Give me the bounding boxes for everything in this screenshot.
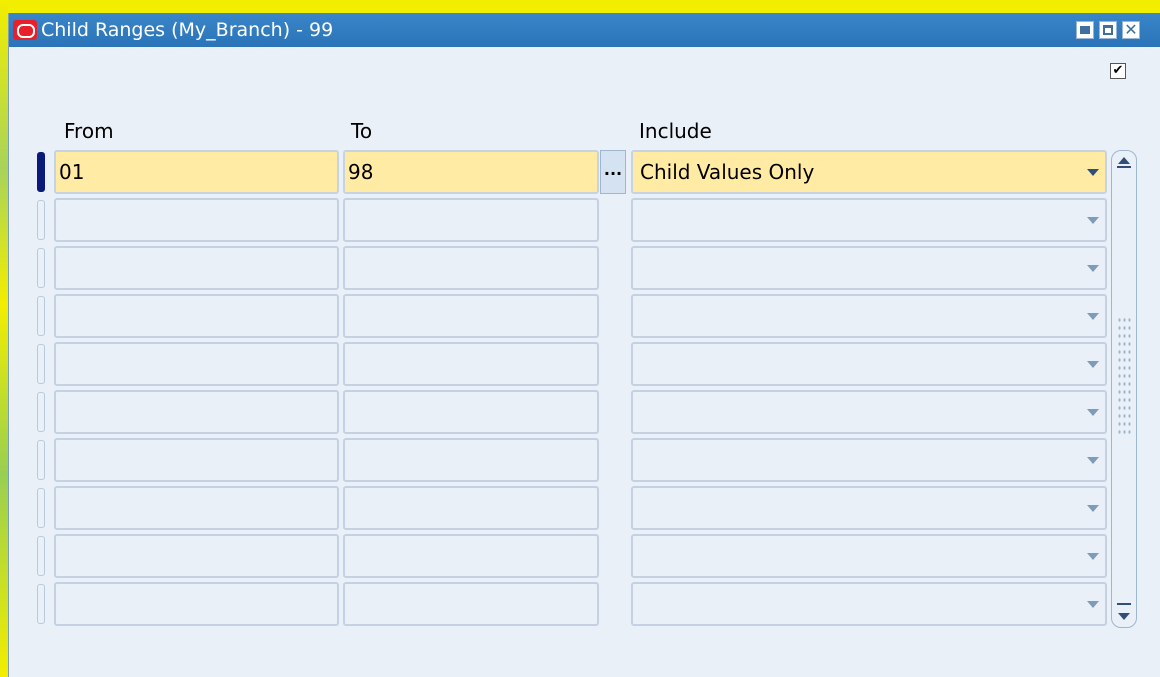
minimize-icon	[1080, 26, 1090, 34]
desktop-background	[0, 0, 8, 677]
include-select[interactable]	[631, 438, 1107, 482]
record-indicator[interactable]	[37, 344, 45, 384]
from-field[interactable]	[54, 438, 339, 482]
list-of-values-button[interactable]: ...	[600, 150, 626, 194]
to-field[interactable]	[343, 438, 599, 482]
record-indicator[interactable]	[37, 296, 45, 336]
table-row	[9, 342, 1129, 386]
minimize-button[interactable]	[1076, 21, 1094, 39]
close-icon: ✕	[1124, 20, 1138, 39]
child-ranges-window: Child Ranges (My_Branch) - 99 ✕ ✔ From T…	[8, 13, 1160, 677]
scrollbar-grip[interactable]	[1117, 316, 1131, 436]
table-row	[9, 582, 1129, 626]
to-field[interactable]	[343, 198, 599, 242]
chevron-down-icon[interactable]	[1087, 169, 1099, 176]
chevron-down-icon[interactable]	[1087, 505, 1099, 512]
from-field[interactable]	[54, 582, 339, 626]
record-indicator[interactable]	[37, 248, 45, 288]
include-select[interactable]	[631, 534, 1107, 578]
chevron-down-icon[interactable]	[1087, 265, 1099, 272]
include-value: Child Values Only	[640, 160, 815, 184]
record-indicator[interactable]	[37, 200, 45, 240]
chevron-down-icon[interactable]	[1087, 313, 1099, 320]
vertical-scrollbar[interactable]	[1111, 150, 1137, 628]
title-bar[interactable]: Child Ranges (My_Branch) - 99 ✕	[9, 13, 1160, 47]
from-field[interactable]	[54, 342, 339, 386]
from-field[interactable]	[54, 294, 339, 338]
from-field[interactable]: 01	[54, 150, 339, 194]
to-field[interactable]	[343, 246, 599, 290]
chevron-down-icon[interactable]	[1087, 457, 1099, 464]
chevron-down-icon[interactable]	[1087, 553, 1099, 560]
to-field[interactable]: 98	[343, 150, 599, 194]
scroll-up-icon[interactable]	[1116, 157, 1132, 171]
column-header-from: From	[64, 119, 114, 143]
from-field[interactable]	[54, 246, 339, 290]
table-row	[9, 390, 1129, 434]
chevron-down-icon[interactable]	[1087, 409, 1099, 416]
record-indicator[interactable]	[37, 152, 45, 192]
table-row	[9, 246, 1129, 290]
record-indicator[interactable]	[37, 392, 45, 432]
from-field[interactable]	[54, 486, 339, 530]
chevron-down-icon[interactable]	[1087, 601, 1099, 608]
maximize-button[interactable]	[1099, 21, 1117, 39]
column-header-to: To	[351, 119, 373, 143]
record-indicator[interactable]	[37, 440, 45, 480]
to-field[interactable]	[343, 294, 599, 338]
include-select[interactable]	[631, 342, 1107, 386]
record-indicator[interactable]	[37, 536, 45, 576]
table-row	[9, 198, 1129, 242]
to-field[interactable]	[343, 390, 599, 434]
from-field[interactable]	[54, 198, 339, 242]
include-select[interactable]	[631, 198, 1107, 242]
maximize-icon	[1103, 25, 1113, 35]
from-field[interactable]	[54, 390, 339, 434]
include-select[interactable]	[631, 582, 1107, 626]
include-select[interactable]: Child Values Only	[631, 150, 1107, 194]
to-field[interactable]	[343, 534, 599, 578]
table-row	[9, 438, 1129, 482]
to-field[interactable]	[343, 486, 599, 530]
chevron-down-icon[interactable]	[1087, 361, 1099, 368]
to-field[interactable]	[343, 342, 599, 386]
table-row: 01 98... Child Values Only	[9, 150, 1129, 194]
record-indicator[interactable]	[37, 488, 45, 528]
table-row	[9, 534, 1129, 578]
to-field[interactable]	[343, 582, 599, 626]
chevron-down-icon[interactable]	[1087, 217, 1099, 224]
record-indicator[interactable]	[37, 584, 45, 624]
scroll-down-icon[interactable]	[1116, 603, 1132, 621]
column-header-include: Include	[639, 119, 712, 143]
window-checkbox[interactable]: ✔	[1110, 63, 1126, 79]
include-select[interactable]	[631, 246, 1107, 290]
table-row	[9, 294, 1129, 338]
oracle-icon	[13, 20, 37, 40]
from-field[interactable]	[54, 534, 339, 578]
include-select[interactable]	[631, 294, 1107, 338]
table-row	[9, 486, 1129, 530]
close-button[interactable]: ✕	[1122, 21, 1140, 39]
include-select[interactable]	[631, 390, 1107, 434]
window-title: Child Ranges (My_Branch) - 99	[41, 19, 334, 41]
include-select[interactable]	[631, 486, 1107, 530]
